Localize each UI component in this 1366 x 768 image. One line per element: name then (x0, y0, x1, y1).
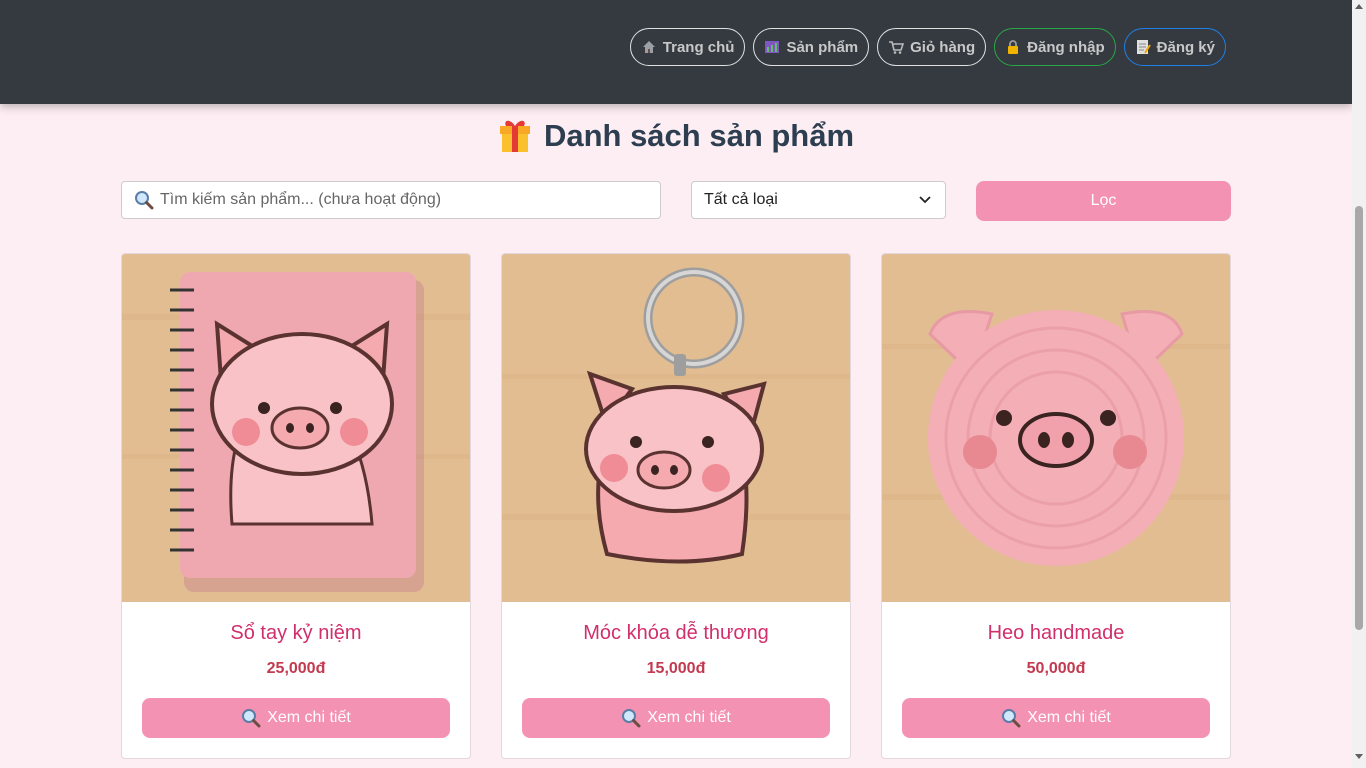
search-input[interactable] (160, 191, 650, 209)
product-card: Sổ tay kỷ niệm 25,000đ Xem chi tiết (121, 253, 471, 759)
nav-register-button[interactable]: Đăng ký (1123, 28, 1226, 66)
product-name: Heo handmade (987, 622, 1125, 644)
product-card: Heo handmade 50,000đ Xem chi tiết (881, 253, 1231, 759)
products-icon (765, 41, 780, 53)
magnifier-icon (242, 709, 261, 728)
magnifier-icon (1002, 709, 1021, 728)
scroll-thumb[interactable] (1355, 206, 1363, 630)
page-title: Danh sách sản phẩm (0, 118, 1352, 154)
view-detail-button[interactable]: Xem chi tiết (522, 698, 830, 738)
gift-icon (499, 120, 530, 152)
nav-register-label: Đăng ký (1156, 38, 1215, 56)
search-box[interactable] (121, 181, 661, 219)
product-card: Móc khóa dễ thương 15,000đ Xem chi tiết (501, 253, 851, 759)
category-select-value: Tất cả loại (704, 191, 778, 208)
product-name: Sổ tay kỷ niệm (230, 622, 362, 644)
product-price: 50,000đ (1026, 660, 1086, 677)
filter-button[interactable]: Lọc (976, 181, 1231, 221)
view-detail-button[interactable]: Xem chi tiết (142, 698, 450, 738)
home-icon (642, 41, 655, 53)
product-price: 15,000đ (646, 660, 706, 677)
nav-home-label: Trang chủ (662, 38, 735, 56)
view-detail-label: Xem chi tiết (1027, 709, 1111, 726)
lock-icon (1008, 40, 1019, 54)
navbar: Trang chủ Sản phẩm Giỏ hàng Đăng nhập Đă… (0, 0, 1352, 104)
nav-cart-button[interactable]: Giỏ hàng (877, 28, 987, 66)
scroll-up-icon[interactable] (1355, 4, 1363, 9)
product-name: Móc khóa dễ thương (583, 622, 769, 644)
view-detail-button[interactable]: Xem chi tiết (902, 698, 1210, 738)
product-image-keychain (502, 254, 850, 602)
magnifier-icon (622, 709, 641, 728)
nav-products-button[interactable]: Sản phẩm (753, 28, 870, 66)
nav-products-label: Sản phẩm (786, 38, 859, 56)
cart-icon (889, 41, 905, 54)
scrollbar[interactable] (1352, 0, 1366, 768)
product-price: 25,000đ (266, 660, 326, 677)
memo-icon (1136, 40, 1151, 54)
nav-login-button[interactable]: Đăng nhập (994, 28, 1116, 66)
view-detail-label: Xem chi tiết (267, 709, 351, 726)
view-detail-label: Xem chi tiết (647, 709, 731, 726)
nav-home-button[interactable]: Trang chủ (629, 28, 746, 66)
category-select[interactable]: Tất cả loại (691, 181, 946, 219)
page-title-text: Danh sách sản phẩm (543, 118, 855, 153)
product-image-notebook (122, 254, 470, 602)
filter-button-label: Lọc (1090, 192, 1117, 209)
product-image-crochet (882, 254, 1230, 602)
nav-cart-label: Giỏ hàng (910, 38, 976, 56)
magnifier-icon (135, 191, 154, 210)
nav-links: Trang chủ Sản phẩm Giỏ hàng Đăng nhập Đă… (629, 28, 1226, 66)
scroll-down-icon[interactable] (1355, 754, 1363, 759)
chevron-down-icon (919, 196, 931, 204)
nav-login-label: Đăng nhập (1027, 38, 1105, 56)
